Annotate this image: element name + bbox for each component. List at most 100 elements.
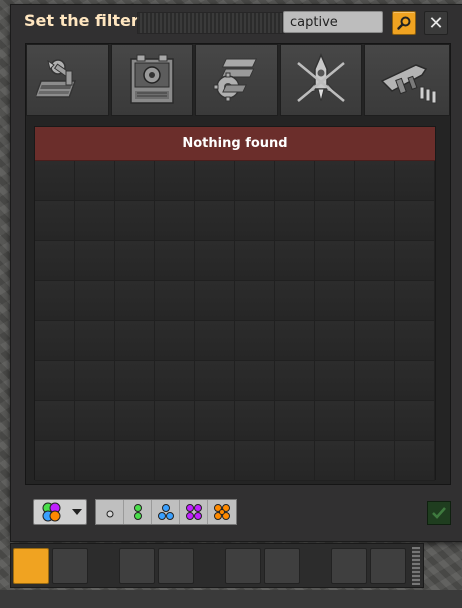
- empty-item-slot: [35, 201, 75, 241]
- quickbar: [10, 543, 424, 588]
- title-bar: Set the filter ✕: [11, 5, 462, 39]
- empty-item-slot: [355, 161, 395, 201]
- tab-production[interactable]: [110, 44, 194, 116]
- quality-dropdown[interactable]: [33, 499, 87, 525]
- empty-item-slot: [275, 321, 315, 361]
- empty-item-slot: [275, 441, 315, 481]
- dialog-title: Set the filter: [24, 11, 139, 30]
- empty-item-slot: [395, 321, 435, 361]
- empty-item-slot: [155, 321, 195, 361]
- tab-logistics[interactable]: [26, 44, 109, 116]
- empty-item-slot: [75, 281, 115, 321]
- empty-item-slot: [275, 281, 315, 321]
- empty-item-slot: [115, 441, 155, 481]
- quickbar-slot[interactable]: [119, 547, 155, 584]
- empty-item-slot: [155, 241, 195, 281]
- empty-item-slot: [275, 401, 315, 441]
- empty-item-slot: [235, 241, 275, 281]
- tab-space[interactable]: [279, 44, 363, 116]
- quality-uncommon[interactable]: [124, 500, 152, 524]
- empty-item-slot: [195, 441, 235, 481]
- empty-item-slot: [195, 361, 235, 401]
- quality-selector: [95, 499, 237, 525]
- empty-item-slot: [35, 241, 75, 281]
- quickbar-scroll-handle[interactable]: [412, 547, 420, 585]
- empty-item-slot: [75, 441, 115, 481]
- empty-item-slot: [395, 441, 435, 481]
- empty-item-slot: [35, 361, 75, 401]
- empty-item-slot: [115, 281, 155, 321]
- rare-quality-icon: [157, 504, 174, 520]
- quickbar-slot[interactable]: [331, 547, 367, 584]
- bottom-strip: [0, 590, 462, 608]
- empty-item-slot: [155, 401, 195, 441]
- empty-item-slot: [155, 161, 195, 201]
- quality-normal[interactable]: [96, 500, 124, 524]
- empty-item-slot: [115, 361, 155, 401]
- quickbar-slot[interactable]: [158, 547, 194, 584]
- empty-item-slot: [235, 401, 275, 441]
- filter-content: Nothing found: [25, 43, 451, 485]
- category-tabs: [26, 44, 451, 118]
- empty-item-slot: [395, 241, 435, 281]
- empty-item-slot: [115, 241, 155, 281]
- empty-item-slot: [35, 161, 75, 201]
- empty-item-slot: [395, 361, 435, 401]
- empty-item-slot: [355, 321, 395, 361]
- empty-item-slot: [115, 201, 155, 241]
- tab-intermediate-products[interactable]: [195, 44, 278, 116]
- footer-bar: [29, 496, 459, 528]
- empty-item-slot: [395, 281, 435, 321]
- empty-item-slot: [155, 441, 195, 481]
- quality-legendary[interactable]: [208, 500, 236, 524]
- empty-item-slot: [395, 201, 435, 241]
- empty-item-slot: [195, 321, 235, 361]
- tab-combat[interactable]: [364, 44, 451, 116]
- item-grid: [35, 161, 435, 481]
- quickbar-slot[interactable]: [370, 547, 406, 584]
- empty-item-slot: [315, 401, 355, 441]
- chevron-down-icon: [72, 509, 82, 515]
- quickbar-slot[interactable]: [13, 547, 49, 584]
- filter-dialog: Set the filter ✕: [10, 4, 462, 542]
- quality-epic[interactable]: [180, 500, 208, 524]
- search-input[interactable]: [283, 11, 383, 33]
- empty-item-slot: [275, 241, 315, 281]
- empty-item-slot: [355, 441, 395, 481]
- empty-item-slot: [315, 201, 355, 241]
- empty-item-slot: [355, 281, 395, 321]
- empty-item-slot: [355, 241, 395, 281]
- quality-rare[interactable]: [152, 500, 180, 524]
- space-icon: [297, 53, 345, 102]
- empty-item-slot: [235, 201, 275, 241]
- empty-item-slot: [115, 401, 155, 441]
- quickbar-slot[interactable]: [264, 547, 300, 584]
- empty-item-slot: [75, 161, 115, 201]
- empty-item-slot: [315, 441, 355, 481]
- quickbar-slot[interactable]: [52, 547, 88, 584]
- empty-item-slot: [315, 361, 355, 401]
- search-button[interactable]: [392, 11, 416, 35]
- empty-item-slot: [35, 321, 75, 361]
- quickbar-slot[interactable]: [225, 547, 261, 584]
- combat-icon: [380, 64, 437, 104]
- empty-item-slot: [315, 241, 355, 281]
- close-icon: ✕: [428, 12, 444, 34]
- empty-item-slot: [395, 161, 435, 201]
- empty-item-slot: [195, 161, 235, 201]
- empty-item-slot: [315, 281, 355, 321]
- logistics-icon: [36, 59, 77, 98]
- confirm-button[interactable]: [427, 501, 451, 525]
- empty-item-slot: [355, 201, 395, 241]
- empty-item-slot: [195, 401, 235, 441]
- uncommon-quality-icon: [133, 504, 142, 520]
- empty-item-slot: [275, 361, 315, 401]
- results-panel: Nothing found: [34, 126, 436, 481]
- checkmark-icon: [432, 507, 446, 519]
- empty-item-slot: [315, 161, 355, 201]
- drag-handle[interactable]: [137, 12, 285, 34]
- epic-quality-icon: [185, 504, 202, 520]
- close-button[interactable]: ✕: [424, 11, 448, 35]
- empty-item-slot: [195, 241, 235, 281]
- search-icon: [397, 16, 411, 30]
